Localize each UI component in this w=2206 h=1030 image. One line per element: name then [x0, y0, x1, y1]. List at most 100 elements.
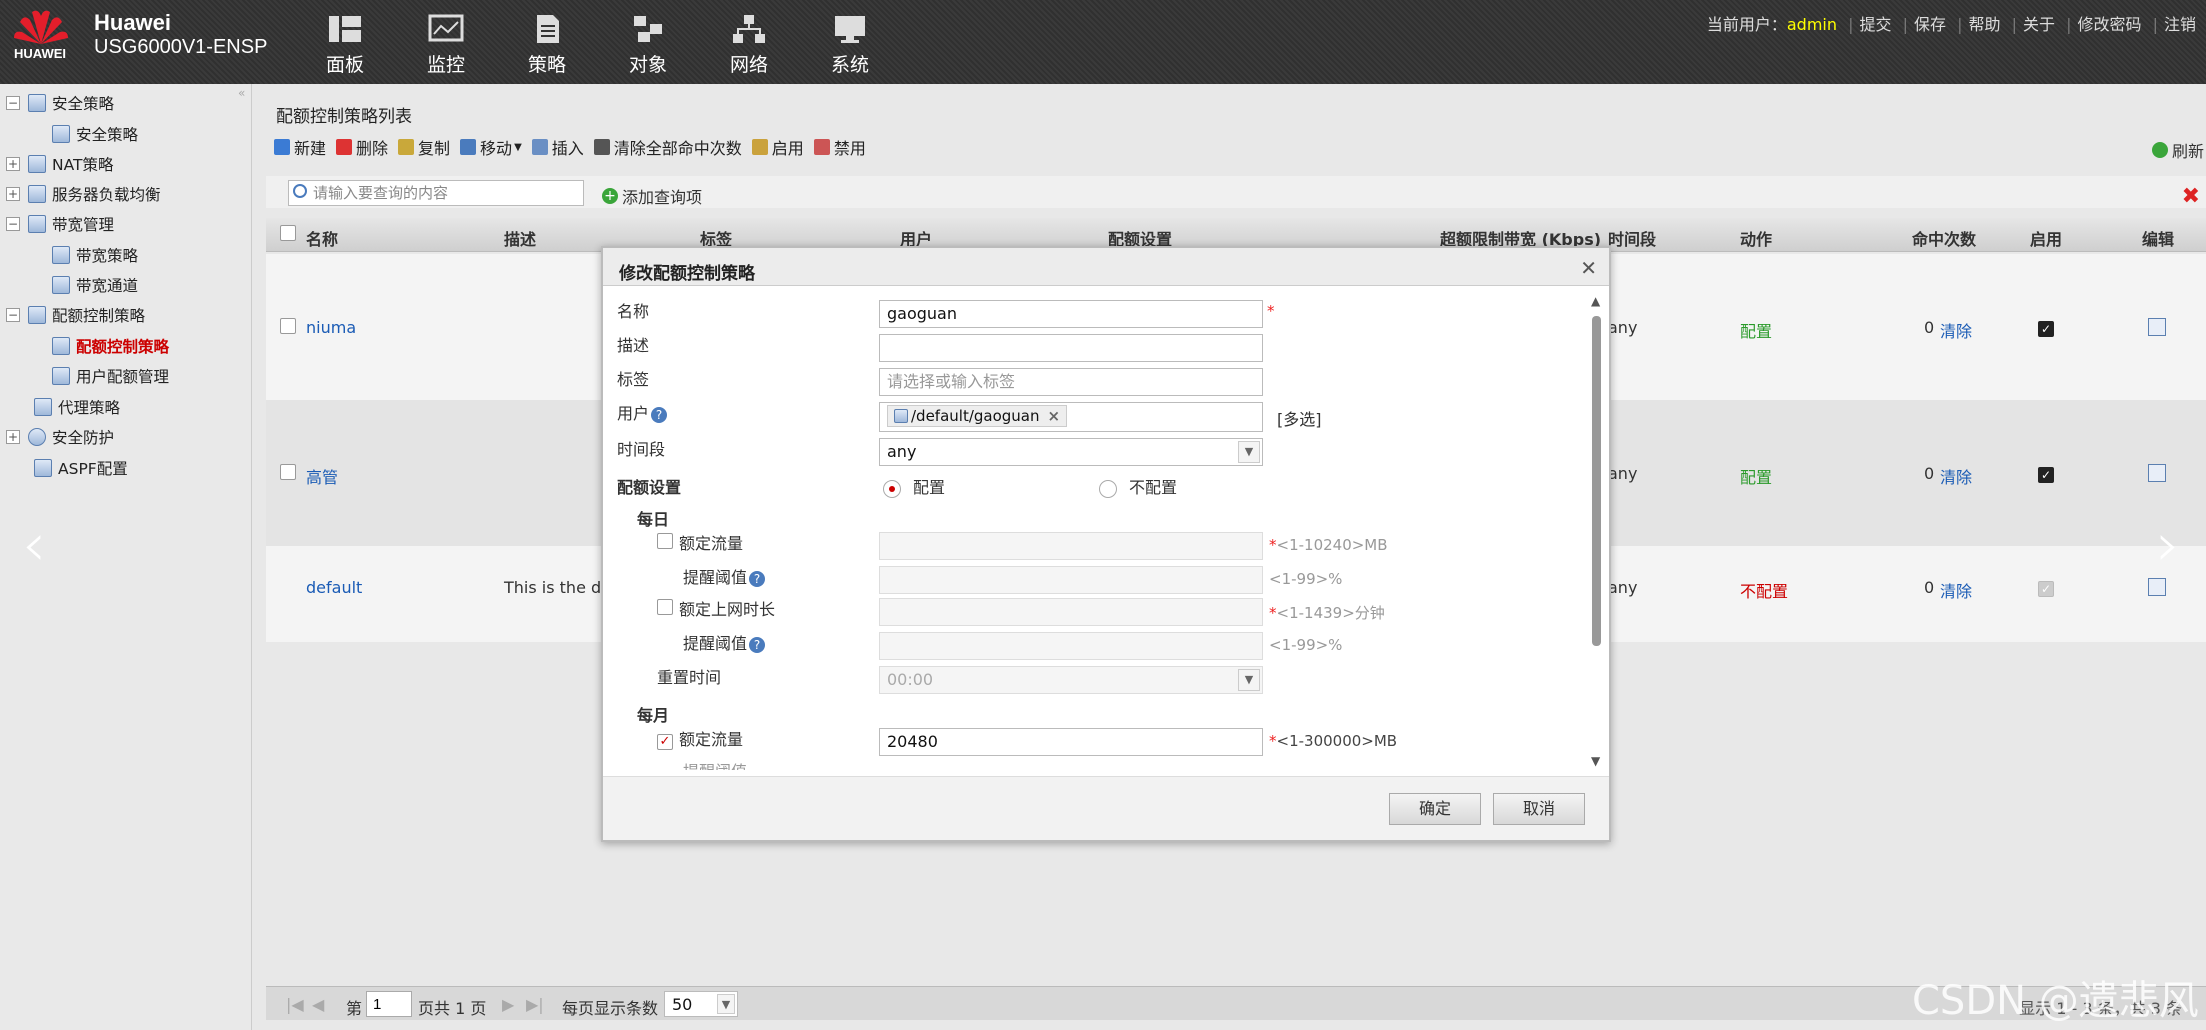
- insert-button[interactable]: 插入: [531, 135, 584, 159]
- help-link[interactable]: 帮助: [1968, 15, 2000, 34]
- col-enable[interactable]: 启用: [2030, 226, 2062, 250]
- per-page-select[interactable]: 50 ▼: [664, 991, 738, 1017]
- collapse-sidebar-icon[interactable]: «: [238, 86, 245, 100]
- nav-network[interactable]: 网络: [704, 14, 794, 77]
- nav-object[interactable]: 对象: [603, 14, 693, 77]
- close-search-icon[interactable]: ✖: [2182, 184, 2200, 209]
- collapse-icon[interactable]: −: [6, 308, 20, 322]
- col-name[interactable]: 名称: [306, 226, 338, 250]
- move-button[interactable]: 移动 ▼: [460, 135, 522, 159]
- daily-online-threshold-field[interactable]: [879, 632, 1263, 660]
- daily-traffic-field[interactable]: [879, 532, 1263, 560]
- row-name[interactable]: 高管: [306, 464, 338, 488]
- quota-on-radio[interactable]: 配置: [883, 474, 945, 498]
- collapse-icon[interactable]: −: [6, 96, 20, 110]
- col-time[interactable]: 时间段: [1608, 226, 1656, 250]
- sidebar-item-aspf[interactable]: ASPF配置: [34, 457, 128, 479]
- clear-hits-button[interactable]: 清除全部命中次数: [593, 135, 742, 159]
- collapse-icon[interactable]: −: [6, 217, 20, 231]
- row-name[interactable]: niuma: [306, 318, 356, 337]
- scroll-down-icon[interactable]: ▼: [1591, 754, 1600, 768]
- prev-slide-icon[interactable]: ‹: [22, 510, 46, 580]
- expand-icon[interactable]: +: [6, 187, 20, 201]
- col-hits[interactable]: 命中次数: [1912, 226, 1976, 250]
- next-page-icon[interactable]: ▶: [502, 995, 514, 1014]
- submit-link[interactable]: 提交: [1859, 15, 1891, 34]
- col-action[interactable]: 动作: [1740, 226, 1772, 250]
- first-page-icon[interactable]: |◀: [286, 995, 304, 1014]
- row-checkbox[interactable]: [280, 318, 296, 334]
- close-icon[interactable]: ✕: [1580, 256, 1597, 280]
- desc-field[interactable]: [879, 334, 1263, 362]
- col-desc[interactable]: 描述: [504, 226, 536, 250]
- help-icon[interactable]: ?: [749, 571, 766, 587]
- help-icon[interactable]: ?: [749, 637, 766, 653]
- help-icon[interactable]: ?: [651, 407, 668, 423]
- daily-threshold-field[interactable]: [879, 566, 1263, 594]
- edit-icon[interactable]: [2148, 578, 2166, 596]
- nav-monitor[interactable]: 监控: [401, 14, 491, 77]
- search-input[interactable]: 请输入要查询的内容: [288, 180, 584, 206]
- sidebar-item-bandwidth-channel[interactable]: 带宽通道: [52, 274, 138, 296]
- sidebar-item-nat-policy[interactable]: + NAT策略: [6, 153, 113, 175]
- enable-checkbox[interactable]: ✓: [2038, 321, 2054, 337]
- copy-button[interactable]: 复制: [398, 135, 450, 159]
- multi-select-link[interactable]: [多选]: [1277, 406, 1322, 430]
- time-select[interactable]: any ▼: [879, 438, 1263, 466]
- row-name[interactable]: default: [306, 578, 362, 597]
- daily-online-checkbox[interactable]: 额定上网时长: [657, 596, 775, 620]
- sidebar-item-security-policy-group[interactable]: − 安全策略: [6, 92, 114, 114]
- ok-button[interactable]: 确定: [1389, 793, 1481, 825]
- logout-link[interactable]: 注销: [2164, 15, 2196, 34]
- nav-system[interactable]: 系统: [805, 14, 895, 77]
- sidebar-item-security-protection[interactable]: + 安全防护: [6, 426, 114, 448]
- col-edit[interactable]: 编辑: [2142, 226, 2174, 250]
- last-page-icon[interactable]: ▶|: [526, 995, 544, 1014]
- daily-traffic-checkbox[interactable]: 额定流量: [657, 530, 743, 554]
- dialog-scrollbar[interactable]: ▲ ▼: [1589, 294, 1605, 768]
- monthly-traffic-field[interactable]: 20480: [879, 728, 1263, 756]
- name-field[interactable]: gaoguan: [879, 300, 1263, 328]
- reset-time-select[interactable]: 00:00 ▼: [879, 666, 1263, 694]
- sidebar-item-proxy-policy[interactable]: 代理策略: [34, 396, 120, 418]
- sidebar-item-bandwidth[interactable]: − 带宽管理: [6, 213, 114, 235]
- about-link[interactable]: 关于: [2023, 15, 2055, 34]
- monthly-traffic-checkbox[interactable]: ✓ 额定流量: [657, 726, 743, 750]
- sidebar-item-quota-group[interactable]: − 配额控制策略: [6, 304, 145, 326]
- sidebar-item-slb[interactable]: + 服务器负载均衡: [6, 183, 161, 205]
- remove-tag-icon[interactable]: ×: [1048, 403, 1061, 429]
- clear-hits-link[interactable]: 清除: [1940, 464, 1972, 488]
- quota-off-radio[interactable]: 不配置: [1099, 474, 1177, 498]
- clear-hits-link[interactable]: 清除: [1940, 578, 1972, 602]
- nav-policy[interactable]: 策略: [502, 14, 592, 77]
- nav-dashboard[interactable]: 面板: [300, 14, 390, 77]
- edit-icon[interactable]: [2148, 464, 2166, 482]
- clear-hits-link[interactable]: 清除: [1940, 318, 1972, 342]
- daily-online-field[interactable]: [879, 598, 1263, 626]
- new-button[interactable]: 新建: [274, 135, 326, 159]
- refresh-button[interactable]: 刷新: [2151, 138, 2204, 162]
- row-checkbox[interactable]: [280, 464, 296, 480]
- sidebar-item-quota-policy[interactable]: 配额控制策略: [52, 335, 169, 357]
- prev-page-icon[interactable]: ◀: [312, 995, 324, 1014]
- select-all-checkbox[interactable]: [280, 225, 296, 241]
- sidebar-item-bandwidth-policy[interactable]: 带宽策略: [52, 244, 138, 266]
- add-query-button[interactable]: + 添加查询项: [602, 184, 702, 208]
- tag-field[interactable]: 请选择或输入标签: [879, 368, 1263, 396]
- expand-icon[interactable]: +: [6, 157, 20, 171]
- page-input[interactable]: [366, 991, 412, 1017]
- sidebar-item-security-policy[interactable]: 安全策略: [52, 123, 138, 145]
- next-slide-icon[interactable]: ›: [2156, 510, 2180, 580]
- cancel-button[interactable]: 取消: [1493, 793, 1585, 825]
- save-link[interactable]: 保存: [1914, 15, 1946, 34]
- expand-icon[interactable]: +: [6, 430, 20, 444]
- disable-button[interactable]: 禁用: [813, 135, 866, 159]
- enable-button[interactable]: 启用: [751, 135, 804, 159]
- delete-button[interactable]: 删除: [336, 135, 388, 159]
- scroll-up-icon[interactable]: ▲: [1591, 294, 1600, 308]
- change-password-link[interactable]: 修改密码: [2077, 15, 2141, 34]
- edit-icon[interactable]: [2148, 318, 2166, 336]
- sidebar-item-user-quota[interactable]: 用户配额管理: [52, 365, 169, 387]
- scroll-thumb[interactable]: [1592, 316, 1601, 646]
- user-field[interactable]: /default/gaoguan ×: [879, 402, 1263, 432]
